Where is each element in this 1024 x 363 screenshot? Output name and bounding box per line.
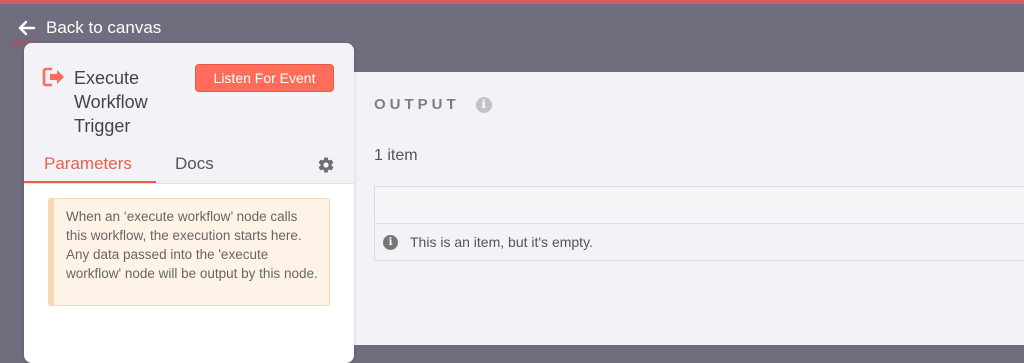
back-to-canvas-label: Back to canvas [46, 18, 162, 37]
output-item: i This is an item, but it's empty. [374, 186, 1024, 261]
empty-item-message: This is an item, but it's empty. [410, 234, 593, 250]
trigger-notice: When an ‘execute workflow’ node calls th… [48, 198, 330, 306]
tab-docs[interactable]: Docs [175, 154, 214, 174]
output-panel: OUTPUT i 1 item i This is an item, but i… [330, 72, 1024, 345]
listen-for-event-button[interactable]: Listen For Event [195, 64, 334, 92]
gear-icon[interactable] [317, 156, 335, 174]
item-count: 1 item [374, 147, 418, 164]
info-icon[interactable]: i [475, 96, 492, 113]
top-accent-bar [0, 0, 1024, 4]
node-panel-header: Execute Workflow Trigger Listen For Even… [24, 43, 354, 184]
node-title[interactable]: Execute Workflow Trigger [74, 66, 184, 138]
info-icon: i [383, 234, 398, 250]
output-title: OUTPUT [374, 96, 460, 113]
back-to-canvas-link[interactable]: Back to canvas [18, 18, 161, 38]
arrow-left-icon [18, 20, 36, 36]
sign-out-icon [42, 67, 64, 87]
output-header: OUTPUT i [374, 96, 492, 113]
output-item-body: i This is an item, but it's empty. [375, 224, 1024, 260]
tab-parameters[interactable]: Parameters [44, 154, 132, 174]
active-tab-indicator [24, 181, 156, 183]
output-item-header [375, 187, 1024, 224]
node-settings-panel: Execute Workflow Trigger Listen For Even… [24, 43, 354, 363]
node-tabs: Parameters Docs [24, 150, 354, 184]
